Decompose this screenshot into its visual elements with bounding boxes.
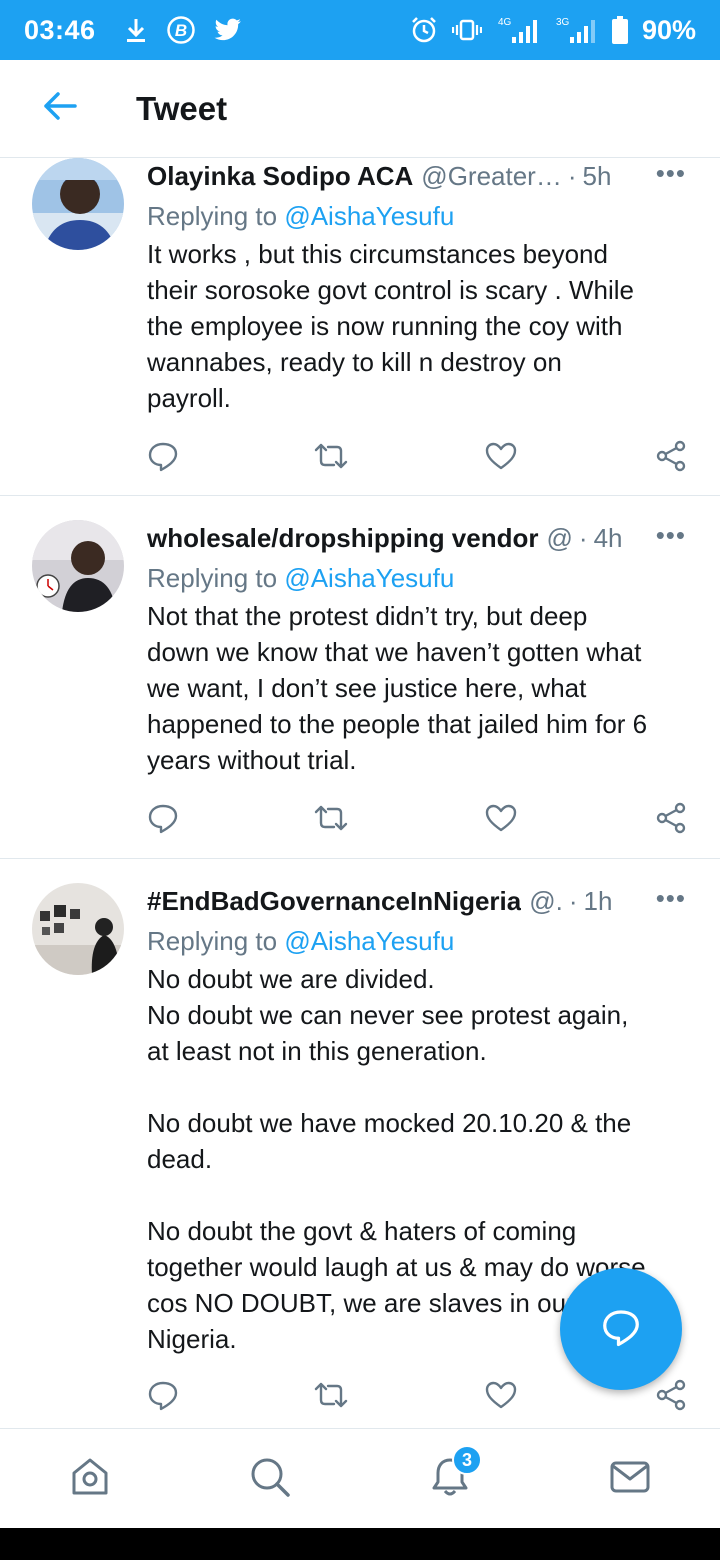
like-button[interactable] <box>481 1377 521 1417</box>
reply-icon <box>147 1379 179 1416</box>
replying-prefix: Replying to <box>147 201 285 231</box>
retweet-button[interactable] <box>311 1377 351 1417</box>
replying-to: Replying to @AishaYesufu <box>147 198 690 234</box>
author-handle[interactable]: @ <box>547 523 573 554</box>
reply-button[interactable] <box>143 1377 183 1417</box>
author-handle[interactable]: @. <box>529 886 563 917</box>
page-title: Tweet <box>136 89 228 127</box>
like-button[interactable] <box>481 438 521 478</box>
like-icon <box>485 441 517 476</box>
alarm-icon <box>410 16 438 44</box>
author-handle[interactable]: @Greater… <box>421 161 562 192</box>
share-button[interactable] <box>651 800 691 840</box>
author-name[interactable]: Olayinka Sodipo ACA <box>147 161 413 192</box>
svg-text:B: B <box>174 21 186 40</box>
header: Tweet <box>0 60 720 158</box>
battery-icon <box>611 16 628 44</box>
like-icon <box>485 803 517 838</box>
mention-link[interactable]: @AishaYesufu <box>284 201 454 231</box>
more-icon[interactable]: ••• <box>656 520 686 551</box>
share-icon <box>655 440 687 477</box>
svg-text:4G: 4G <box>498 17 512 28</box>
separator-dot: · <box>578 522 588 553</box>
nav-messages[interactable] <box>580 1429 680 1529</box>
replying-prefix: Replying to <box>147 926 285 956</box>
search-icon <box>248 1455 292 1504</box>
twitter-bird-icon <box>214 18 242 42</box>
signal-4g-icon: 4G <box>496 15 540 45</box>
retweet-icon <box>312 1380 350 1415</box>
tweet-text: It works , but this circumstances beyond… <box>147 239 634 413</box>
replies-feed[interactable]: Olayinka Sodipo ACA @Greater… · 5h ••• R… <box>0 158 720 1428</box>
tweet-time: 1h <box>583 885 613 916</box>
back-button[interactable] <box>0 60 120 158</box>
back-arrow-icon <box>42 91 78 126</box>
vibrate-icon <box>451 18 482 42</box>
separator-dot: · <box>567 160 577 191</box>
retweet-button[interactable] <box>311 438 351 478</box>
reply-icon <box>147 802 179 839</box>
mention-link[interactable]: @AishaYesufu <box>284 563 454 593</box>
author-name[interactable]: #EndBadGovernanceInNigeria <box>147 886 521 917</box>
share-button[interactable] <box>651 1377 691 1417</box>
nav-home[interactable] <box>40 1429 140 1529</box>
signal-3g-icon: 3G <box>554 15 598 45</box>
more-icon[interactable]: ••• <box>656 883 686 914</box>
reply-button[interactable] <box>143 800 183 840</box>
mail-icon <box>608 1455 652 1504</box>
status-time: 03:46 <box>24 14 96 45</box>
tweet-item[interactable]: wholesale/dropshipping vendor @ · 4h •••… <box>0 496 720 859</box>
replying-prefix: Replying to <box>147 563 285 593</box>
share-icon <box>655 1379 687 1416</box>
tweet-actions <box>147 438 687 478</box>
more-icon[interactable]: ••• <box>656 158 686 189</box>
share-icon <box>655 802 687 839</box>
status-bar: 03:46 B 4G 3G 90% <box>0 0 720 60</box>
svg-text:3G: 3G <box>556 17 570 28</box>
retweet-icon <box>312 803 350 838</box>
download-icon <box>124 17 148 43</box>
tweet-actions <box>147 800 687 840</box>
share-button[interactable] <box>651 438 691 478</box>
author-name[interactable]: wholesale/dropshipping vendor <box>147 523 539 554</box>
battery-percent: 90% <box>641 14 696 45</box>
separator-dot: · <box>568 885 578 916</box>
compose-reply-button[interactable] <box>560 1268 682 1390</box>
tweet-time: 4h <box>593 522 623 553</box>
home-icon <box>68 1455 112 1504</box>
nav-search[interactable] <box>220 1429 320 1529</box>
like-icon <box>485 1380 517 1415</box>
tweet-item[interactable]: Olayinka Sodipo ACA @Greater… · 5h ••• R… <box>0 158 720 496</box>
nav-notifications[interactable]: 3 <box>400 1429 500 1529</box>
retweet-icon <box>312 441 350 476</box>
bottom-nav: 3 <box>0 1428 720 1528</box>
compose-icon <box>601 1307 641 1352</box>
avatar[interactable] <box>32 158 124 250</box>
reply-button[interactable] <box>143 438 183 478</box>
avatar[interactable] <box>32 883 124 975</box>
tweet-time: 5h <box>582 160 612 191</box>
reply-icon <box>147 440 179 477</box>
notifications-badge: 3 <box>452 1445 482 1475</box>
tweet-text: Not that the protest didn’t try, but dee… <box>147 601 648 775</box>
avatar[interactable] <box>32 520 124 612</box>
replying-to: Replying to @AishaYesufu <box>147 560 690 596</box>
b-app-icon: B <box>166 15 196 45</box>
like-button[interactable] <box>481 800 521 840</box>
retweet-button[interactable] <box>311 800 351 840</box>
mention-link[interactable]: @AishaYesufu <box>284 926 454 956</box>
replying-to: Replying to @AishaYesufu <box>147 923 690 959</box>
system-nav-bar <box>0 1528 720 1560</box>
